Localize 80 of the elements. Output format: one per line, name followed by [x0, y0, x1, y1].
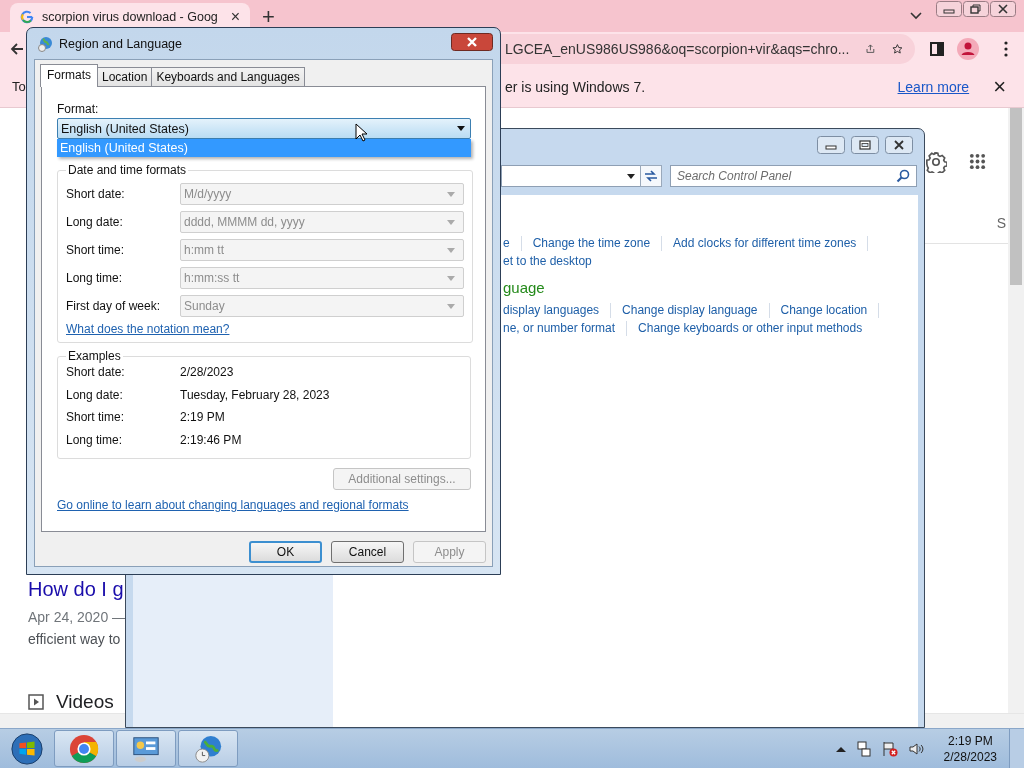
- chevron-down-icon[interactable]: [910, 11, 922, 20]
- field-label: Format:: [57, 102, 100, 118]
- search-field[interactable]: Search Control Panel: [670, 165, 917, 187]
- new-tab-button[interactable]: +: [262, 4, 275, 29]
- field-label: Short date:: [66, 187, 126, 201]
- dialog-button[interactable]: Cancel: [331, 541, 404, 563]
- window-title: Region and Language: [59, 36, 183, 51]
- profile-avatar-icon[interactable]: [957, 38, 979, 61]
- example-value: 2:19 PM: [180, 409, 226, 426]
- infobar-text: er is using Windows 7.: [505, 78, 646, 95]
- task-link[interactable]: Change location: [780, 303, 868, 317]
- help-link[interactable]: What does the notation mean?: [66, 322, 230, 336]
- refresh-button[interactable]: [640, 165, 662, 187]
- side-panel-icon[interactable]: [929, 41, 945, 58]
- menu-icon[interactable]: [1004, 41, 1008, 58]
- format-dropdown[interactable]: English (United States): [57, 118, 471, 139]
- show-hidden-icons-icon[interactable]: [835, 745, 846, 752]
- network-icon[interactable]: [855, 740, 872, 757]
- tab-label[interactable]: S: [996, 215, 1006, 231]
- speaker-icon[interactable]: [907, 740, 924, 757]
- field-label: First day of week:: [66, 299, 162, 313]
- globe-clock-icon[interactable]: [193, 733, 223, 764]
- flag-warning-icon[interactable]: [881, 740, 898, 757]
- minimize-button[interactable]: [936, 1, 962, 17]
- browser-icon[interactable]: [69, 733, 99, 764]
- favicon-icon: [20, 10, 34, 25]
- tab-close-button[interactable]: ×: [230, 8, 240, 27]
- field-label: Long time:: [66, 271, 124, 285]
- field-label: Long date:: [66, 215, 124, 229]
- tab[interactable]: Formats: [40, 64, 98, 87]
- tab-title: scorpion virus download - Goog: [42, 10, 219, 25]
- group-title: Examples: [67, 349, 122, 363]
- clock-time[interactable]: 2:19 PM: [947, 732, 993, 749]
- field-label: Long time:: [66, 431, 124, 448]
- dropdown-arrow-icon[interactable]: [627, 173, 635, 179]
- learn-more-link[interactable]: Learn more: [897, 78, 970, 95]
- group-title: Date and time formats: [67, 163, 188, 177]
- example-value: 2:19:46 PM: [180, 431, 243, 448]
- task-link[interactable]: et to the desktop: [503, 254, 592, 268]
- globe-icon: [37, 35, 53, 52]
- task-link[interactable]: display languages: [503, 303, 600, 317]
- settings-icon[interactable]: [925, 151, 947, 173]
- minimize-button[interactable]: [817, 136, 845, 154]
- infobar-text: To: [12, 79, 27, 95]
- task-link[interactable]: Change display language: [622, 303, 758, 317]
- example-value: Tuesday, February 28, 2023: [180, 386, 331, 403]
- task-link[interactable]: Add clocks for different time zones: [673, 236, 857, 250]
- apps-grid-icon[interactable]: [969, 153, 986, 170]
- back-icon[interactable]: [10, 42, 24, 57]
- online-help-link[interactable]: Go online to learn about changing languages and regional formats: [57, 498, 409, 512]
- section-heading: Videos: [56, 691, 114, 713]
- search-icon[interactable]: [896, 169, 910, 183]
- field-label: Short date:: [66, 364, 126, 381]
- close-button[interactable]: [990, 1, 1016, 17]
- field-label: Short time:: [66, 243, 126, 257]
- example-value: 2/28/2023: [180, 364, 235, 381]
- task-link[interactable]: Change keyboards or other input methods: [638, 321, 863, 335]
- result-title-link[interactable]: How do I g: [28, 578, 125, 601]
- close-button[interactable]: [885, 136, 913, 154]
- infobar-close-button[interactable]: ×: [993, 73, 1006, 100]
- task-link[interactable]: e: [503, 236, 510, 250]
- dropdown-arrow-icon[interactable]: [457, 126, 465, 131]
- field-label: Short time:: [66, 409, 126, 426]
- task-link[interactable]: Change the time zone: [532, 236, 651, 250]
- clock-date[interactable]: 2/28/2023: [943, 748, 997, 765]
- tab[interactable]: Keyboards and Languages: [151, 67, 305, 86]
- close-button[interactable]: [451, 33, 493, 51]
- horizontal-scrollbar[interactable]: [0, 713, 125, 728]
- maximize-button[interactable]: [851, 136, 879, 154]
- category-heading[interactable]: guage: [503, 279, 918, 299]
- vertical-scrollbar[interactable]: [1008, 108, 1024, 713]
- result-snippet: efficient way to: [28, 631, 122, 647]
- horizontal-scrollbar[interactable]: [925, 713, 1024, 728]
- tab[interactable]: Location: [97, 67, 153, 86]
- dialog-button[interactable]: OK: [249, 541, 322, 563]
- restore-button[interactable]: [963, 1, 989, 17]
- play-icon: [28, 694, 44, 710]
- field-label: Long date:: [66, 386, 124, 403]
- mouse-cursor-icon: [355, 123, 367, 142]
- task-link[interactable]: ne, or number format: [503, 321, 616, 335]
